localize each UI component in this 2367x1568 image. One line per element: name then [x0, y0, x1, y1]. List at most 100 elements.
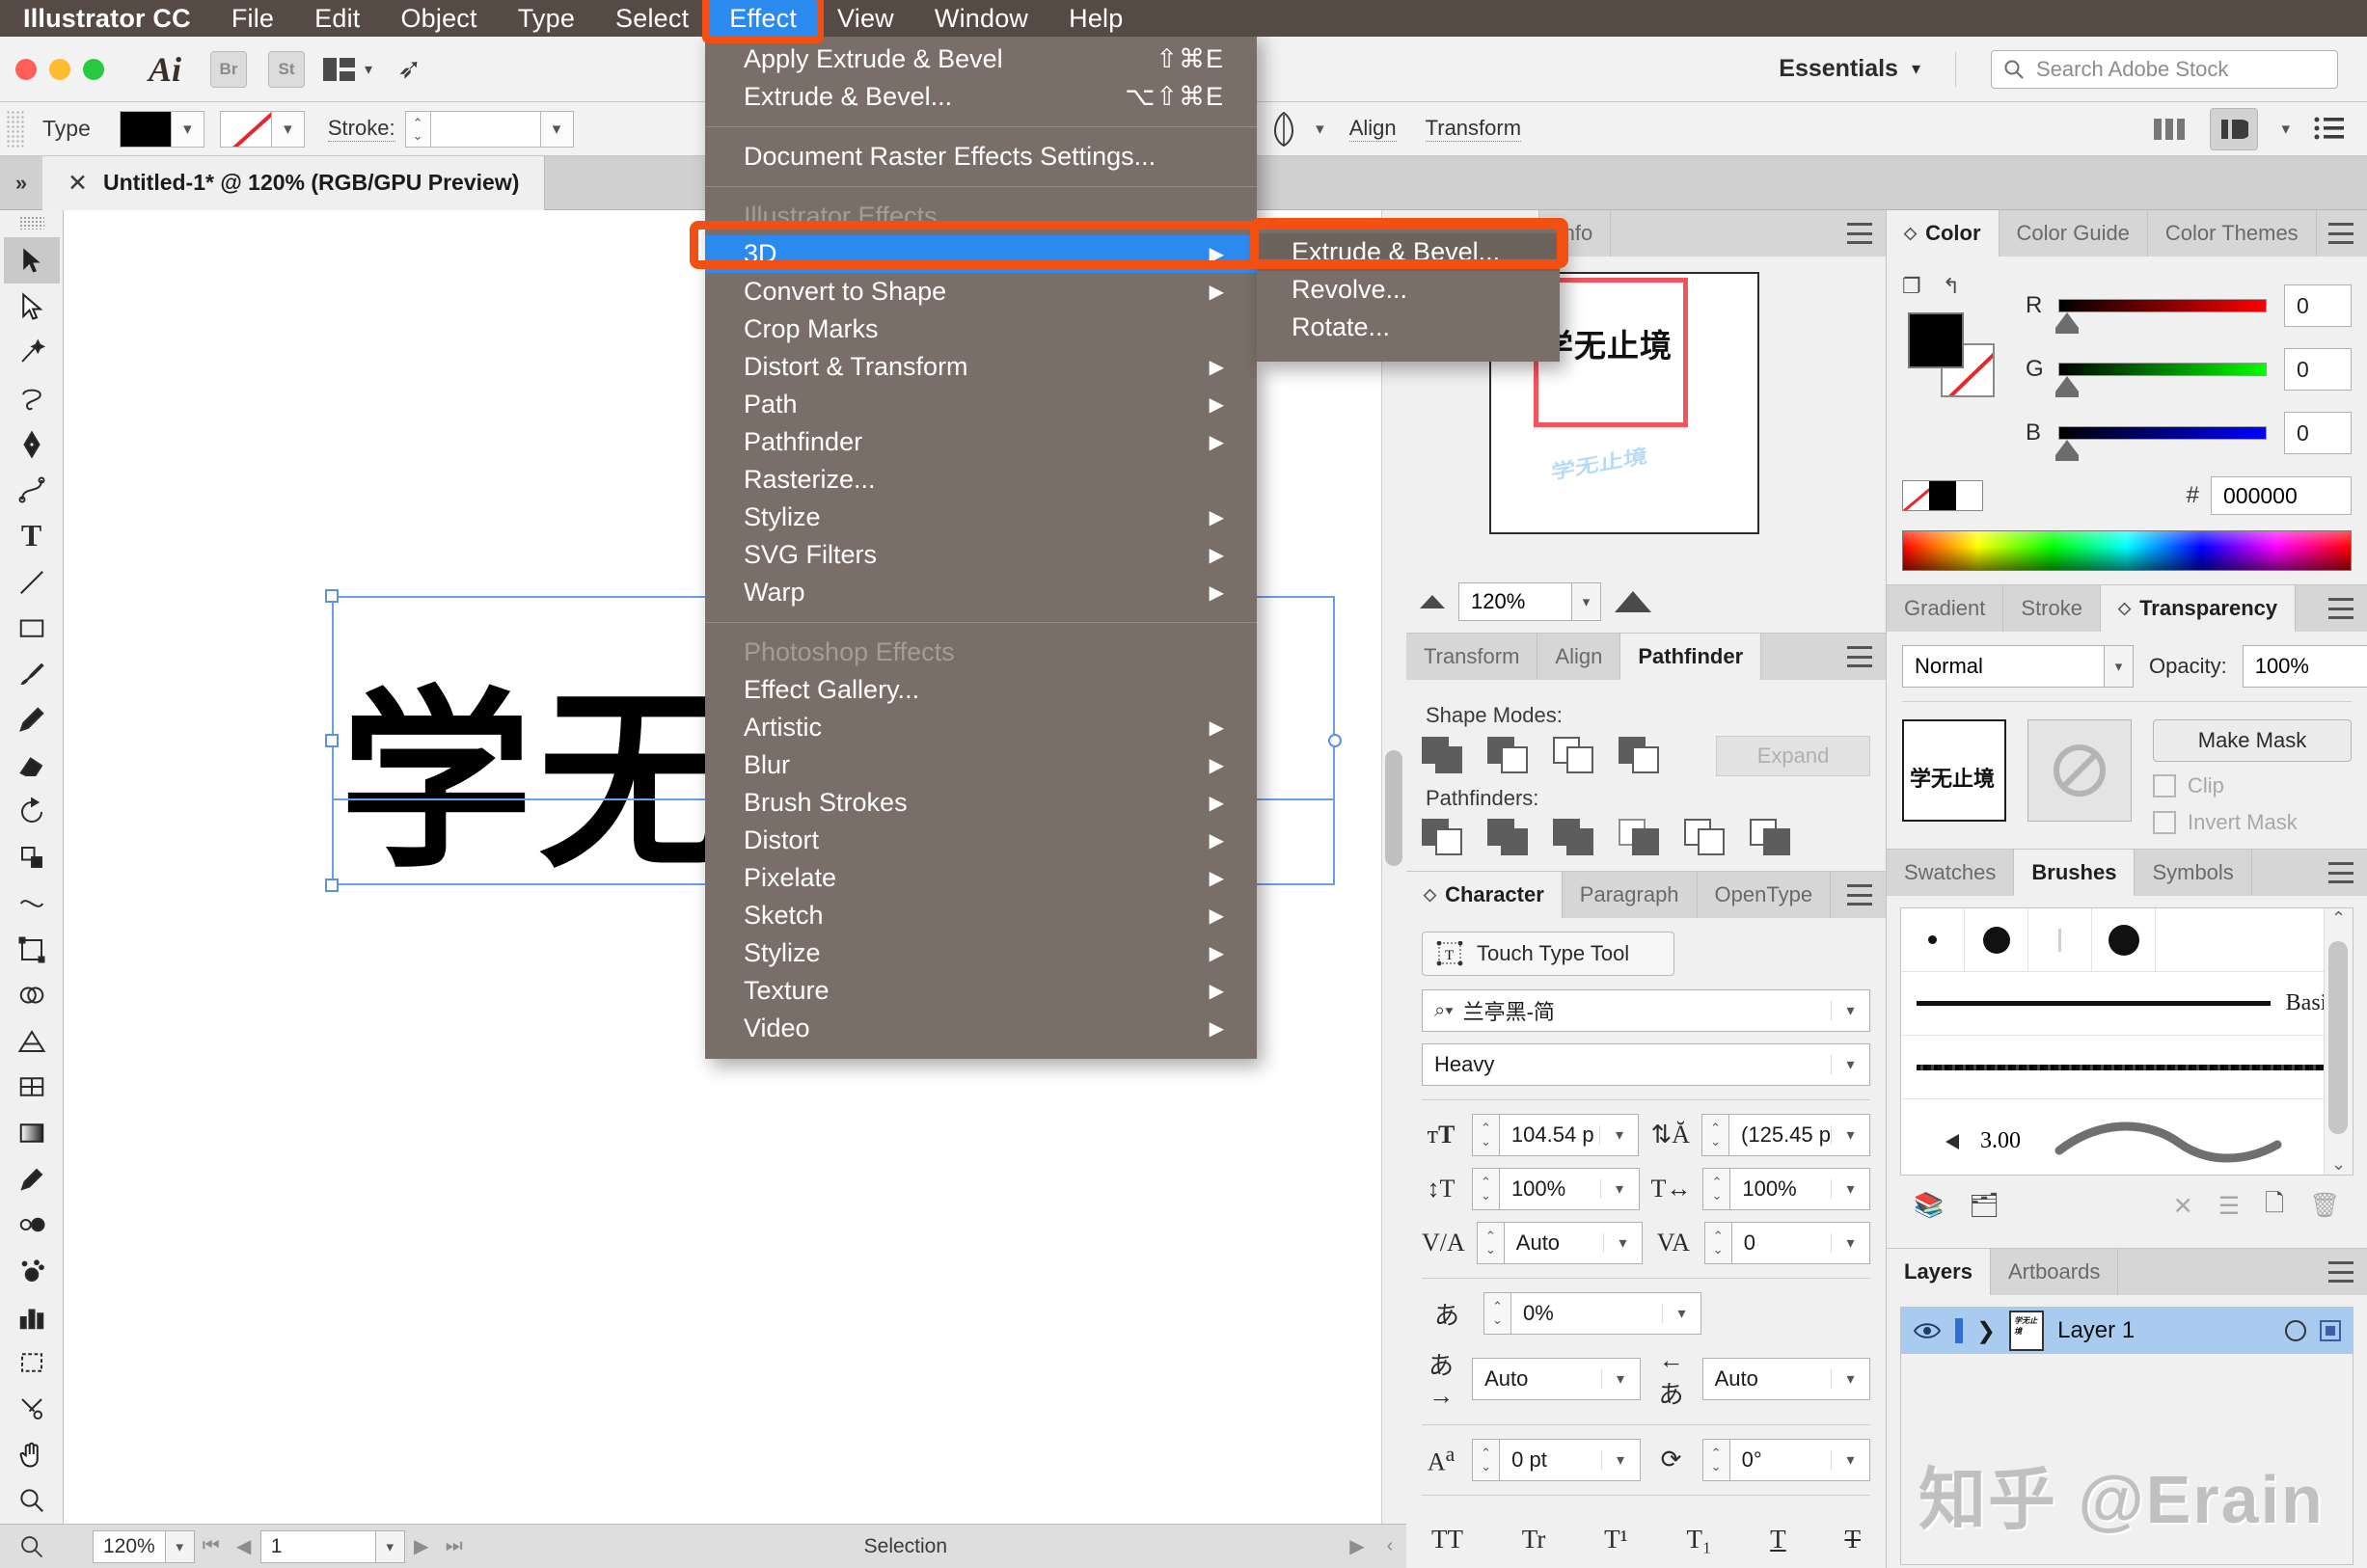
chevron-down-icon[interactable]: ▾	[1831, 1001, 1869, 1020]
menu-type[interactable]: Type	[498, 0, 595, 37]
first-artboard-button[interactable]: ⏮	[195, 1535, 228, 1557]
menu-item-document-raster-effects-settings[interactable]: Document Raster Effects Settings...	[705, 138, 1257, 176]
red-slider-knob[interactable]	[2055, 312, 2079, 334]
underline-button[interactable]: T	[1770, 1525, 1786, 1554]
submenu-item-rotate[interactable]: Rotate...	[1257, 309, 1560, 346]
perspective-grid-tool[interactable]	[4, 1018, 60, 1065]
line-segment-tool[interactable]	[4, 559, 60, 606]
zoom-window-button[interactable]	[83, 58, 104, 80]
font-size-stepper[interactable]: ⌃ ⌄	[1471, 1114, 1499, 1156]
aki-before-field[interactable]: Auto ▾	[1472, 1357, 1641, 1400]
menu-item-extrude-bevel[interactable]: Extrude & Bevel... ⌥⇧⌘E	[705, 78, 1257, 116]
panel-menu-icon[interactable]	[2328, 598, 2353, 619]
chevron-down-icon[interactable]: ▾	[1831, 1055, 1869, 1074]
zoom-out-icon[interactable]	[1420, 595, 1445, 608]
align-link[interactable]: Align	[1348, 116, 1397, 142]
stroke-weight-label[interactable]: Stroke:	[327, 116, 395, 142]
chevron-down-icon[interactable]: ▾	[1831, 1450, 1869, 1470]
menu-item-brush-strokes[interactable]: Brush Strokes ▶	[705, 784, 1257, 822]
canvas-scroll-thumb[interactable]	[1385, 750, 1402, 866]
eyedropper-tool[interactable]	[4, 1156, 60, 1203]
swap-fill-stroke-icon[interactable]: ↰	[1943, 274, 1960, 299]
tsume-field[interactable]: 0% ▾	[1510, 1292, 1701, 1335]
brush-item[interactable]	[1901, 908, 1965, 971]
menu-item-artistic[interactable]: Artistic ▶	[705, 709, 1257, 746]
status-zoom-field[interactable]: 120%	[93, 1529, 166, 1563]
arrange-documents-button[interactable]: ▾	[322, 56, 372, 83]
stroke-swatch-control[interactable]: ▾	[219, 110, 305, 148]
exclude-icon[interactable]	[1619, 737, 1665, 775]
menu-item-distort-transform[interactable]: Distort & Transform ▶	[705, 348, 1257, 386]
selection-tool[interactable]	[3, 237, 60, 284]
tab-opentype[interactable]: OpenType	[1697, 872, 1832, 918]
close-window-button[interactable]	[15, 58, 37, 80]
document-setup-button[interactable]	[2210, 107, 2259, 150]
chevron-down-icon[interactable]: ▾	[1662, 1304, 1700, 1323]
options-icon[interactable]: ☰	[2218, 1192, 2240, 1221]
menu-object[interactable]: Object	[380, 0, 497, 37]
tracking-stepper[interactable]: ⌃ ⌄	[1703, 1222, 1731, 1264]
next-artboard-button[interactable]: ▶	[405, 1534, 438, 1558]
kerning-control[interactable]: ⌃ ⌄ Auto ▾	[1476, 1222, 1644, 1264]
brush-scroll-thumb[interactable]	[2328, 941, 2348, 1134]
minimize-window-button[interactable]	[49, 58, 70, 80]
eraser-tool[interactable]	[4, 743, 60, 789]
panel-menu-icon[interactable]	[1847, 223, 1872, 244]
chevron-down-icon[interactable]: ▾	[1599, 1179, 1639, 1199]
leading-field[interactable]: (125.45 p ▾	[1728, 1114, 1870, 1156]
stroke-weight-control[interactable]: Stroke: ⌃ ⌄ ▾	[327, 110, 574, 148]
strikethrough-button[interactable]: T	[1844, 1525, 1861, 1554]
crop-icon[interactable]	[1619, 819, 1665, 857]
make-mask-button[interactable]: Make Mask	[2153, 719, 2352, 762]
slice-tool[interactable]	[4, 1386, 60, 1432]
brush-item-basic[interactable]: Basic	[1901, 972, 2353, 1036]
subscript-button[interactable]: T₁	[1686, 1525, 1711, 1554]
minus-back-icon[interactable]	[1750, 819, 1796, 857]
tab-paragraph[interactable]: Paragraph	[1562, 872, 1698, 918]
layer-name[interactable]: Layer 1	[2057, 1317, 2135, 1344]
green-slider[interactable]	[2055, 363, 2267, 397]
tab-symbols[interactable]: Symbols	[2135, 850, 2252, 896]
panel-menu-icon[interactable]	[2328, 862, 2353, 883]
character-rotation-control[interactable]: ⌃ ⌄ 0° ▾	[1701, 1439, 1870, 1481]
document-tab[interactable]: ✕ Untitled-1* @ 120% (RGB/GPU Preview)	[42, 155, 546, 210]
adobe-stock-search[interactable]: Search Adobe Stock	[1991, 49, 2338, 89]
aki-after-field[interactable]: Auto ▾	[1701, 1357, 1870, 1400]
text-anchor-handle[interactable]	[1328, 734, 1342, 747]
free-transform-tool[interactable]	[4, 927, 60, 973]
black-swatch[interactable]	[1929, 481, 1956, 510]
menu-file[interactable]: File	[211, 0, 294, 37]
lasso-tool[interactable]	[4, 375, 60, 421]
none-swatch[interactable]	[1903, 481, 1930, 510]
vertical-scale-field[interactable]: 100% ▾	[1498, 1168, 1640, 1210]
horizontal-scale-stepper[interactable]: ⌃ ⌄	[1702, 1168, 1730, 1210]
gradient-tool[interactable]	[4, 1110, 60, 1156]
hand-tool[interactable]	[4, 1432, 60, 1478]
tab-gradient[interactable]: Gradient	[1887, 585, 2004, 632]
menu-select[interactable]: Select	[595, 0, 709, 37]
color-spectrum-ramp[interactable]	[1902, 530, 2352, 571]
clip-checkbox[interactable]	[2153, 774, 2176, 798]
delete-brush-icon[interactable]: 🗑	[2309, 1192, 2340, 1220]
rocket-icon[interactable]: ➶	[397, 52, 422, 86]
panel-menu-icon[interactable]	[1847, 646, 1872, 667]
character-rotation-field[interactable]: 0° ▾	[1728, 1439, 1870, 1481]
tracking-control[interactable]: ⌃ ⌄ 0 ▾	[1703, 1222, 1870, 1264]
stroke-color-swatch[interactable]	[219, 110, 272, 148]
stroke-chevron-down-icon[interactable]: ▾	[271, 110, 305, 148]
submenu-item-extrude-bevel[interactable]: Extrude & Bevel...	[1257, 233, 1560, 271]
tab-artboards[interactable]: Artboards	[1990, 1249, 2119, 1295]
zoom-tool[interactable]	[4, 1477, 60, 1524]
chevron-down-icon[interactable]: ▾	[1831, 1125, 1869, 1145]
blue-slider[interactable]	[2055, 426, 2267, 461]
chevron-right-icon[interactable]: ❯	[1976, 1317, 1996, 1345]
blend-tool[interactable]	[4, 1203, 60, 1249]
brush-list-scrollbar[interactable]: ⌃ ⌄	[2324, 908, 2353, 1175]
magic-wand-tool[interactable]	[4, 330, 60, 376]
menu-edit[interactable]: Edit	[294, 0, 380, 37]
close-icon[interactable]: ✕	[68, 169, 88, 198]
target-circle-icon[interactable]	[2285, 1320, 2306, 1341]
chevron-down-icon[interactable]: ▾	[2281, 120, 2290, 139]
layer-row[interactable]: ❯ 学无止境 Layer 1	[1901, 1308, 2353, 1354]
vertical-scale-control[interactable]: ⌃ ⌄ 100% ▾	[1471, 1168, 1640, 1210]
